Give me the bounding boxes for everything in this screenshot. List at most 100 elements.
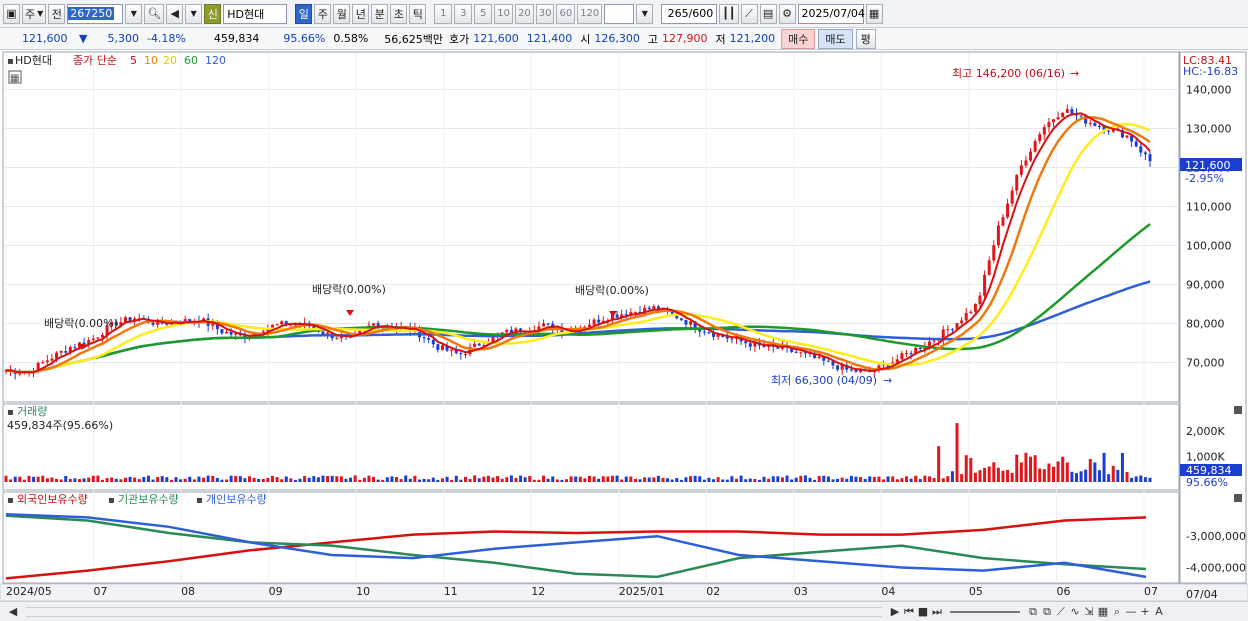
volume-bar (408, 478, 412, 482)
scroll-left-icon[interactable]: ◀ (6, 604, 20, 620)
interval-60[interactable]: 60 (556, 3, 576, 24)
speaker-dropdown-icon[interactable]: ▼ (185, 3, 203, 24)
stock-name-field[interactable]: HD현대 (223, 3, 288, 24)
volume-bar (91, 475, 95, 482)
holding-legend: ▪ 외국인보유수량 ▪ 기관보유수량 ▪ 개인보유수량 (7, 493, 267, 506)
period-day[interactable]: 일 (295, 3, 313, 24)
horizontal-scrollbar[interactable]: ◀ ▶ ⏮ ■ ⏭ ⧉ ⧉ ⟋ ∿ ⇲ ▦ ⌕ — + A (0, 601, 1248, 621)
volume-bar (50, 477, 54, 482)
prev-button[interactable]: 전 (48, 3, 66, 24)
price-chart[interactable]: 140,000130,000120,000110,000100,00090,00… (0, 50, 1248, 602)
calendar-icon[interactable]: ▦ (865, 3, 883, 24)
volume-bar (55, 478, 59, 482)
period-second[interactable]: 초 (390, 3, 408, 24)
price-y-tick: 100,000 (1186, 240, 1232, 253)
interval-120[interactable]: 120 (577, 3, 603, 24)
font-size-icon[interactable]: A (1152, 604, 1166, 620)
volume-bar (1148, 477, 1152, 482)
market-select[interactable]: 주 ▼ (22, 3, 47, 24)
ask-value: 121,400 (526, 32, 573, 45)
period-month[interactable]: 월 (333, 3, 351, 24)
period-minute[interactable]: 분 (371, 3, 389, 24)
last-price-text: 121,600 (1185, 159, 1231, 172)
chart-area[interactable]: 140,000130,000120,000110,000100,00090,00… (0, 50, 1248, 602)
volume-close-icon[interactable] (1234, 406, 1242, 414)
plus-icon[interactable]: + (1138, 604, 1152, 620)
settings-icon[interactable]: ⚙ (778, 3, 796, 24)
interval-1[interactable]: 1 (434, 3, 453, 24)
search-icon[interactable]: 🔍︎ (144, 3, 165, 24)
candle-body (473, 343, 477, 347)
compare-icon[interactable]: ⧉ (1026, 604, 1040, 620)
volume-bar (794, 477, 798, 482)
count-field[interactable]: 265/600 (661, 3, 718, 24)
volume-bar (891, 476, 895, 482)
draw-tool-icon[interactable]: ⟋ (740, 3, 758, 24)
code-dropdown-icon[interactable]: ▼ (125, 3, 143, 24)
candle-body (275, 324, 279, 326)
stop-icon[interactable]: ■ (916, 604, 930, 620)
zoom-slider[interactable] (950, 610, 1020, 613)
volume-bar (59, 479, 63, 482)
interval-10[interactable]: 10 (494, 3, 513, 24)
x-axis-label: 08 (181, 585, 195, 598)
volume-bar (904, 476, 908, 482)
interval-dropdown-icon[interactable]: ▼ (636, 3, 654, 24)
volume-bar (68, 478, 72, 482)
flat-button[interactable]: 평 (855, 28, 876, 49)
candle-body (326, 332, 330, 335)
grid-icon[interactable]: ▦ (1096, 604, 1110, 620)
new-badge[interactable]: 신 (204, 3, 222, 24)
volume-bar (445, 476, 449, 482)
volume-bar (303, 475, 307, 482)
period-year[interactable]: 년 (352, 3, 370, 24)
minus-icon[interactable]: — (1124, 604, 1138, 620)
interval-30[interactable]: 30 (535, 3, 555, 24)
candle-body (280, 321, 284, 325)
date-field[interactable]: 2025/07/04 (797, 3, 865, 24)
price-y-tick: 130,000 (1186, 122, 1232, 135)
volume-title: 거래량 (17, 405, 47, 418)
zoom-icon[interactable]: ⌕ (1110, 604, 1124, 620)
volume-bar (992, 462, 996, 482)
save-icon[interactable]: ▤ (759, 3, 777, 24)
speaker-icon[interactable]: ◀︎ (166, 3, 184, 24)
scroll-right-icon[interactable]: ▶ (888, 604, 902, 620)
volume-bar (128, 476, 132, 482)
volume-bar (202, 477, 206, 482)
volume-bar (142, 476, 146, 482)
buy-button[interactable]: 매수 (781, 28, 816, 49)
interval-3[interactable]: 3 (454, 3, 473, 24)
page-forward-icon[interactable]: ⏭ (930, 604, 944, 620)
scroll-track[interactable] (26, 606, 882, 617)
holding-close-icon[interactable] (1234, 494, 1242, 502)
volume-bar (312, 476, 316, 482)
interval-20[interactable]: 20 (514, 3, 534, 24)
period-tick[interactable]: 틱 (409, 3, 427, 24)
layout-icon[interactable]: ▣ (3, 3, 20, 24)
candle-body (546, 323, 550, 325)
page-back-icon[interactable]: ⏮ (902, 604, 916, 620)
fit-icon[interactable]: ⇲ (1082, 604, 1096, 620)
open-label: 시 (580, 32, 591, 46)
sell-button[interactable]: 매도 (818, 28, 853, 49)
candle-body (647, 307, 651, 310)
draw-line-icon[interactable]: ⟋ (1054, 604, 1068, 620)
period-week[interactable]: 주 (314, 3, 332, 24)
candle-body (904, 353, 908, 355)
overlay-icon[interactable]: ⧉ (1040, 604, 1054, 620)
code-input[interactable]: 267250 (67, 3, 124, 24)
volume-bar (1042, 469, 1046, 482)
candle-type-icon[interactable]: ┃┃ (719, 3, 739, 24)
wave-icon[interactable]: ∿ (1068, 604, 1082, 620)
hc-value: HC:-16.83 (1183, 65, 1238, 78)
interval-custom-input[interactable] (604, 3, 635, 24)
volume-bar (229, 475, 233, 482)
volume-bar (1024, 452, 1028, 482)
interval-5[interactable]: 5 (474, 3, 493, 24)
max-label: 최고 146,200 (06/16) (952, 67, 1065, 80)
volume-bar (771, 476, 775, 482)
volume-bar (307, 477, 311, 482)
volume-bar (909, 478, 913, 482)
volume-bar (868, 476, 872, 482)
